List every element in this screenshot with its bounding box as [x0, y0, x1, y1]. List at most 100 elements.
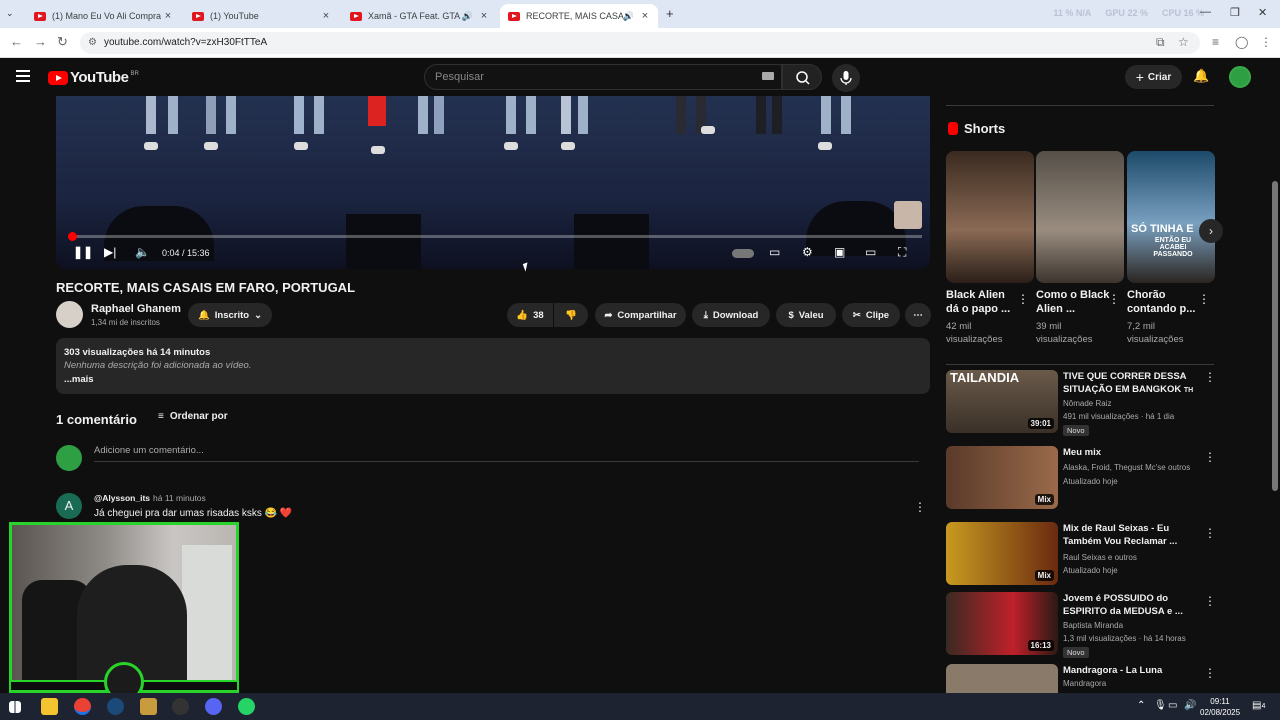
comment-menu-icon[interactable]: ⋮ — [914, 500, 926, 514]
tab-4-active[interactable]: RECORTE, MAIS CASAIS EM 🔊 × — [500, 4, 658, 28]
forward-icon[interactable]: → — [34, 34, 47, 49]
restore-icon[interactable]: ❐ — [1230, 6, 1240, 19]
tab-2[interactable]: (1) YouTube × — [184, 4, 339, 28]
close-tab-icon[interactable]: × — [319, 10, 333, 22]
fullscreen-icon[interactable]: ⛶ — [898, 245, 906, 260]
reload-icon[interactable]: ↻ — [57, 34, 68, 50]
subscribed-button[interactable]: 🔔 Inscrito ⌄ — [188, 303, 272, 327]
recommended-item-4[interactable]: 16:13 Jovem é POSSUIDO do ESPIRITO da ME… — [946, 592, 1216, 658]
item-menu-icon[interactable]: ⋮ — [1204, 370, 1216, 384]
bookmark-star-icon[interactable]: ☆ — [1178, 35, 1189, 49]
browser-menu-icon[interactable]: ⋮ — [1260, 35, 1272, 49]
recommended-item-2[interactable]: Mix Meu mix Alaska, Froid, Thegust Mc'se… — [946, 446, 1216, 510]
tab-search-icon[interactable]: ⌄ — [6, 8, 14, 19]
site-info-icon[interactable]: ⚙ — [88, 37, 97, 48]
dislike-button[interactable]: 👎 — [554, 303, 588, 327]
start-windows-icon[interactable] — [9, 701, 21, 713]
menu-icon[interactable] — [16, 70, 30, 85]
tray-chevron-icon[interactable]: ⌃ — [1137, 700, 1145, 711]
item-menu-icon[interactable]: ⋮ — [1204, 594, 1216, 608]
clip-button[interactable]: ✂ Clipe — [842, 303, 900, 327]
share-button[interactable]: ➦ Compartilhar — [595, 303, 686, 327]
whatsapp-icon[interactable] — [238, 698, 255, 715]
media-controls-icon[interactable]: ≡ — [1212, 35, 1219, 49]
video-thumbnail[interactable] — [946, 664, 1058, 693]
video-thumbnail[interactable]: TAILANDIA 39:01 — [946, 370, 1058, 433]
steam-icon[interactable] — [107, 698, 124, 715]
comment-avatar[interactable]: A — [56, 493, 82, 519]
subtitles-icon[interactable]: ▭ — [769, 245, 780, 259]
network-icon[interactable]: ▭ — [1168, 700, 1177, 711]
close-tab-icon[interactable]: × — [477, 10, 491, 22]
volume-tray-icon[interactable]: 🔊 — [1184, 700, 1196, 711]
short-title-3[interactable]: Chorão contando p... — [1127, 288, 1201, 316]
discord-icon[interactable] — [205, 698, 222, 715]
search-input[interactable]: Pesquisar — [424, 64, 782, 90]
url-field[interactable]: ⚙ youtube.com/watch?v=zxH30FtTTeA — [80, 32, 1200, 54]
voice-search-button[interactable] — [832, 64, 860, 92]
video-thumbnail[interactable]: Mix — [946, 522, 1058, 585]
video-thumbnail[interactable]: 16:13 — [946, 592, 1058, 655]
channel-avatar[interactable] — [56, 301, 83, 328]
volume-icon[interactable]: 🔈 — [135, 245, 150, 259]
short-thumbnail-3[interactable]: SÓ TINHA E ENTÃO EU ACABEI PASSANDO — [1127, 151, 1215, 283]
short-menu-icon[interactable]: ⋮ — [1198, 292, 1210, 306]
like-button[interactable]: 👍 38 — [507, 303, 553, 327]
back-icon[interactable]: ← — [10, 34, 23, 49]
video-player[interactable] — [56, 96, 930, 269]
file-explorer-icon[interactable] — [41, 698, 58, 715]
item-menu-icon[interactable]: ⋮ — [1204, 526, 1216, 540]
close-tab-icon[interactable]: × — [161, 10, 175, 22]
theater-mode-icon[interactable]: ▭ — [865, 245, 876, 259]
channel-watermark[interactable] — [894, 201, 922, 229]
youtube-logo[interactable]: YouTube BR — [48, 69, 139, 86]
user-avatar[interactable] — [1229, 66, 1251, 88]
tab-3[interactable]: Xamã - GTA Feat. GTA (Frag 🔊 × — [342, 4, 497, 28]
short-menu-icon[interactable]: ⋮ — [1108, 292, 1120, 306]
recommended-item-3[interactable]: Mix Mix de Raul Seixas - Eu Também Vou R… — [946, 522, 1216, 586]
notifications-icon[interactable]: ▤4 — [1252, 700, 1265, 711]
video-thumbnail[interactable]: Mix — [946, 446, 1058, 509]
minimize-icon[interactable]: — — [1200, 6, 1211, 18]
recommended-item-5[interactable]: Mandragora - La Luna Mandragora ⋮ — [946, 664, 1214, 693]
speaker-icon[interactable]: 🔊 — [462, 11, 473, 22]
notifications-bell-icon[interactable]: 🔔 — [1193, 68, 1209, 84]
close-window-icon[interactable]: ✕ — [1258, 6, 1267, 19]
more-actions-button[interactable]: ⋯ — [905, 303, 931, 327]
show-more-link[interactable]: ...mais — [64, 374, 94, 385]
profile-icon[interactable]: ◯ — [1235, 35, 1248, 49]
close-tab-icon[interactable]: × — [638, 10, 652, 22]
video-progress-bar[interactable] — [68, 232, 922, 241]
short-title-2[interactable]: Como o Black Alien ... — [1036, 288, 1110, 316]
item-menu-icon[interactable]: ⋮ — [1204, 666, 1214, 680]
install-app-icon[interactable]: ⧉ — [1156, 35, 1165, 50]
tab-1[interactable]: (1) Mano Eu Vo Ali Comprar um × — [26, 4, 181, 28]
pause-icon[interactable]: ❚❚ — [73, 245, 93, 259]
channel-name[interactable]: Raphael Ghanem — [91, 303, 181, 315]
settings-gear-icon[interactable]: ⚙ — [802, 245, 813, 259]
short-thumbnail-2[interactable] — [1036, 151, 1124, 283]
autoplay-toggle[interactable] — [732, 249, 754, 258]
shorts-next-arrow-icon[interactable]: › — [1199, 219, 1223, 243]
add-comment-input[interactable]: Adicione um comentário... — [94, 445, 204, 456]
comment-author[interactable]: @Alysson_its há 11 minutos — [94, 493, 206, 503]
short-thumbnail-1[interactable] — [946, 151, 1034, 283]
microphone-tray-icon[interactable]: 🎙 — [1154, 700, 1167, 711]
taskbar-clock[interactable]: 09:11 02/08/2025 — [1200, 696, 1240, 718]
sort-comments-button[interactable]: ≡ Ordenar por — [158, 411, 228, 422]
thanks-button[interactable]: $ Valeu — [776, 303, 836, 327]
chrome-icon[interactable] — [74, 698, 91, 715]
speaker-icon[interactable]: 🔊 — [623, 11, 634, 22]
download-button[interactable]: ⤓ Download — [692, 303, 770, 327]
search-button[interactable] — [782, 64, 822, 90]
create-button[interactable]: + Criar — [1125, 65, 1182, 89]
riot-icon[interactable] — [140, 698, 157, 715]
recommended-item-1[interactable]: TAILANDIA 39:01 TIVE QUE CORRER DESSA SI… — [946, 370, 1216, 436]
next-icon[interactable]: ▶| — [104, 245, 116, 259]
short-menu-icon[interactable]: ⋮ — [1017, 292, 1029, 306]
short-title-1[interactable]: Black Alien dá o papo ... — [946, 288, 1020, 316]
new-tab-button[interactable]: + — [666, 6, 674, 21]
keyboard-icon[interactable] — [762, 72, 774, 80]
item-menu-icon[interactable]: ⋮ — [1204, 450, 1216, 464]
page-scrollbar[interactable] — [1270, 96, 1280, 696]
